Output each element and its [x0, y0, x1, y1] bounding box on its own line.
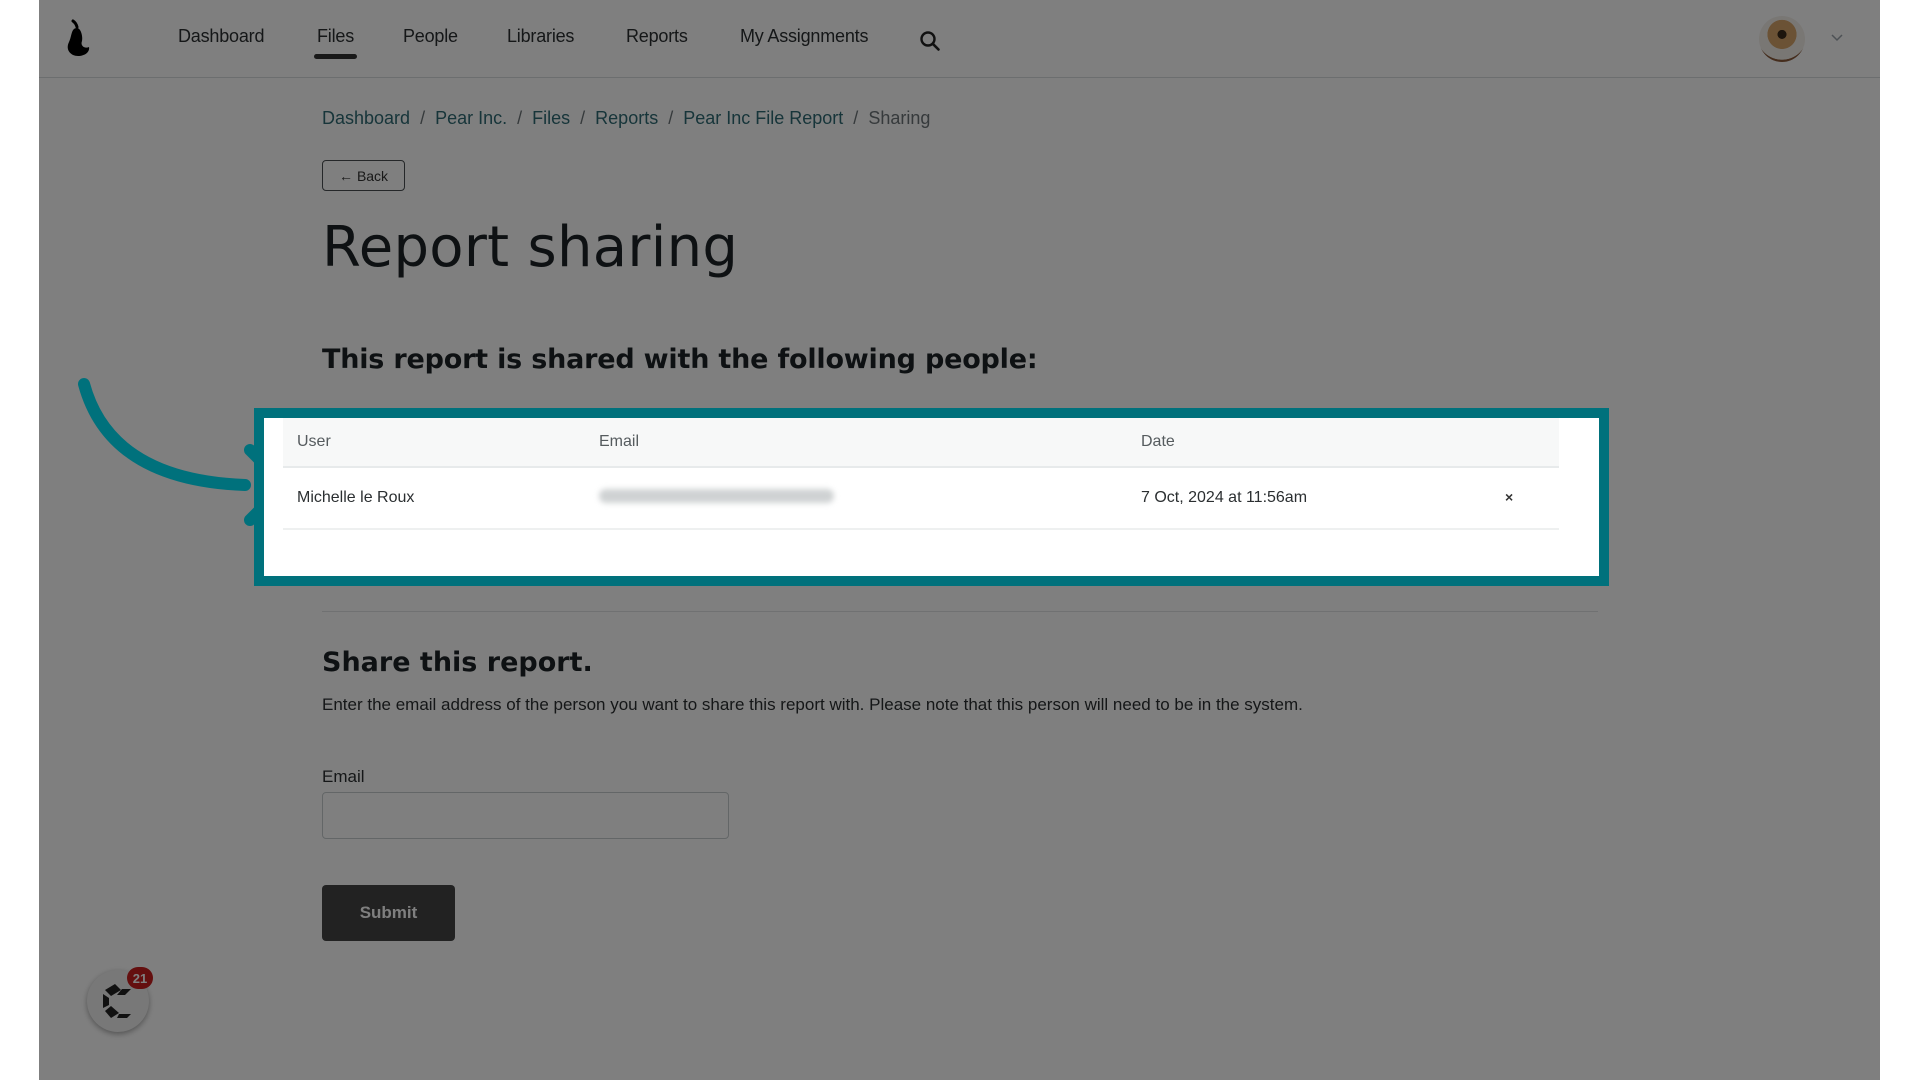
share-description: Enter the email address of the person yo…	[322, 695, 1303, 714]
breadcrumb-reports[interactable]: Reports	[595, 108, 658, 128]
breadcrumb-pear-inc[interactable]: Pear Inc.	[435, 108, 507, 128]
share-report-heading: Share this report.	[322, 647, 593, 678]
shared-users-table: User Email Date Michelle le Roux 7 Oct, …	[283, 418, 1559, 530]
pear-logo-icon[interactable]	[63, 18, 93, 58]
notification-badge: 21	[127, 967, 153, 989]
column-header-email: Email	[585, 418, 1127, 468]
breadcrumb-files[interactable]: Files	[532, 108, 570, 128]
top-navbar: Dashboard Files People Libraries Reports…	[39, 0, 1880, 78]
nav-people[interactable]: People	[403, 26, 458, 47]
table-header-row: User Email Date	[283, 418, 1559, 468]
user-avatar[interactable]	[1759, 16, 1805, 62]
shared-with-heading: This report is shared with the following…	[322, 344, 1038, 375]
column-header-user: User	[283, 418, 585, 468]
breadcrumb-dashboard[interactable]: Dashboard	[322, 108, 410, 128]
cell-actions: ×	[1491, 467, 1559, 530]
back-button[interactable]: ← Back	[322, 160, 405, 191]
breadcrumb: Dashboard / Pear Inc. / Files / Reports / Pear I…	[322, 108, 930, 129]
breadcrumb-separator: /	[668, 108, 674, 128]
search-icon[interactable]	[919, 30, 941, 52]
email-label: Email	[322, 767, 365, 786]
cell-date: 7 Oct, 2024 at 11:56am	[1127, 467, 1491, 530]
arrow-left-icon: ←	[338, 167, 353, 184]
nav-files[interactable]: Files	[313, 26, 358, 59]
page-title: Report sharing	[322, 215, 739, 280]
breadcrumb-separator: /	[517, 108, 523, 128]
back-button-label: Back	[356, 167, 389, 184]
redacted-email	[599, 488, 834, 503]
column-header-date: Date	[1127, 418, 1491, 468]
breadcrumb-separator: /	[580, 108, 586, 128]
chevron-down-icon[interactable]	[1831, 34, 1843, 42]
breadcrumb-pear-inc-file-report[interactable]: Pear Inc File Report	[683, 108, 843, 128]
nav-dashboard[interactable]: Dashboard	[178, 26, 264, 47]
email-input[interactable]	[322, 792, 729, 839]
nav-libraries[interactable]: Libraries	[507, 26, 574, 47]
breadcrumb-separator: /	[420, 108, 426, 128]
remove-share-icon[interactable]: ×	[1505, 489, 1513, 505]
nav-reports[interactable]: Reports	[626, 26, 688, 47]
cell-user: Michelle le Roux	[283, 467, 585, 530]
submit-button[interactable]: Submit	[322, 885, 455, 941]
column-header-actions	[1491, 418, 1559, 468]
nav-my-assignments[interactable]: My Assignments	[740, 26, 868, 47]
table-row: Michelle le Roux 7 Oct, 2024 at 11:56am …	[283, 467, 1559, 530]
breadcrumb-current: Sharing	[868, 108, 931, 128]
section-divider	[322, 611, 1598, 612]
breadcrumb-separator: /	[853, 108, 859, 128]
cell-email	[585, 467, 1127, 530]
